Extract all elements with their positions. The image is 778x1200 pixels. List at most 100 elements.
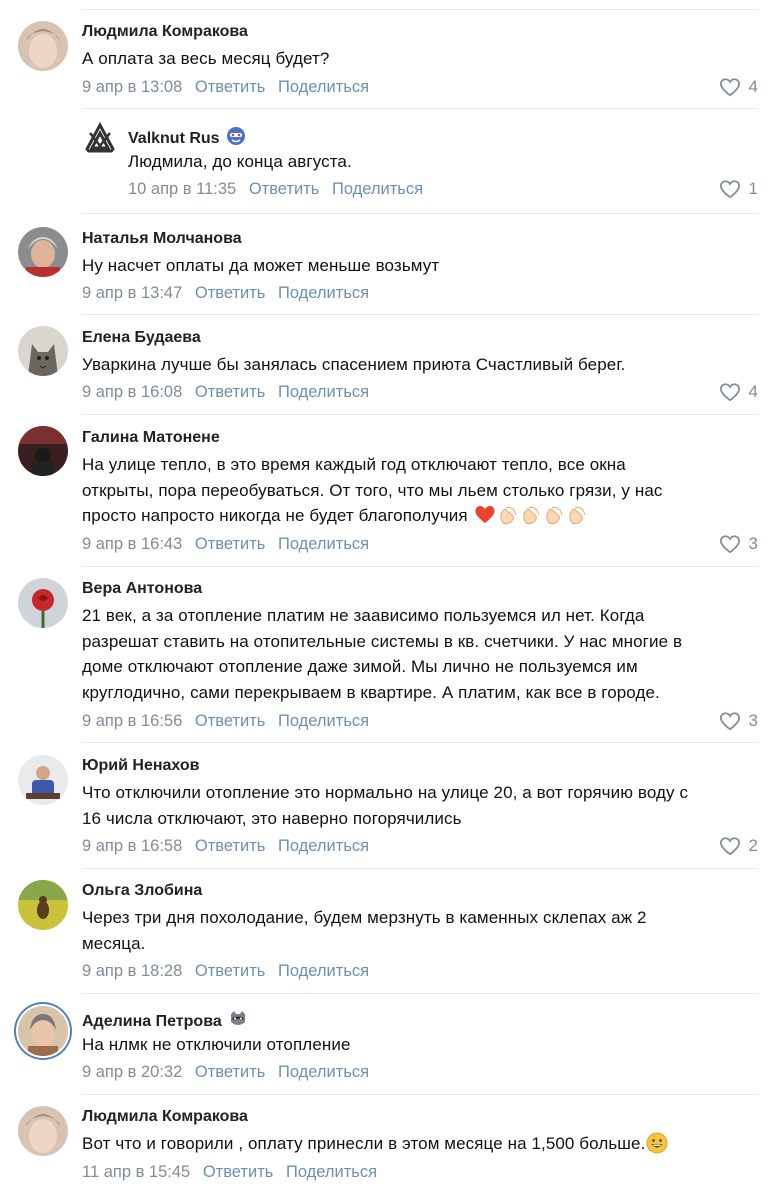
comment-text-line: Что отключили отопление это нормально на…	[82, 783, 689, 802]
divider	[82, 9, 758, 10]
reply-button[interactable]: Ответить	[195, 712, 266, 730]
comment-text-line: разрешат ставить на отопительные системы…	[82, 631, 683, 651]
author-name[interactable]: Valknut Rus	[128, 126, 246, 148]
like-button[interactable]: 1	[719, 179, 758, 199]
author-name[interactable]: Вера Антонова	[82, 580, 202, 598]
author-name[interactable]: Ольга Злобина	[82, 882, 202, 900]
heart-icon	[719, 837, 740, 856]
share-button[interactable]: Поделиться	[286, 1163, 377, 1181]
reply-button[interactable]: Ответить	[195, 383, 266, 401]
divider	[82, 868, 758, 869]
comment-date[interactable]: 11 апр в 15:45	[82, 1163, 190, 1181]
like-button[interactable]: 2	[719, 836, 758, 856]
divider	[82, 566, 758, 567]
reply-button[interactable]: Ответить	[249, 180, 320, 198]
share-button[interactable]: Поделиться	[278, 962, 369, 980]
comment-text: На улице тепло, в это время каждый год о…	[82, 452, 662, 529]
share-button[interactable]: Поделиться	[278, 78, 369, 96]
comment-text: На нлмк не отключили отопление	[82, 1035, 351, 1054]
reply-button[interactable]: Ответить	[195, 78, 266, 96]
divider	[82, 993, 758, 994]
clap-emoji-icon	[545, 506, 562, 525]
raccoon-emoji-icon	[230, 1011, 245, 1025]
like-count: 4	[748, 382, 758, 401]
comment-meta: 9 апр в 13:08 Ответить Поделиться	[82, 78, 377, 97]
share-button[interactable]: Поделиться	[278, 1063, 369, 1081]
avatar[interactable]	[18, 227, 68, 277]
comment-meta: 9 апр в 13:47 Ответить Поделиться	[82, 284, 377, 303]
divider	[82, 742, 758, 743]
comment-date[interactable]: 9 апр в 16:43	[82, 535, 182, 553]
avatar[interactable]	[18, 755, 68, 805]
like-button[interactable]: 3	[719, 534, 758, 554]
avatar[interactable]	[18, 880, 68, 930]
share-button[interactable]: Поделиться	[278, 383, 369, 401]
share-button[interactable]: Поделиться	[278, 284, 369, 302]
reply-button[interactable]: Ответить	[195, 284, 266, 302]
clap-emoji-icon	[499, 506, 516, 525]
like-count: 3	[748, 711, 758, 730]
comment-date[interactable]: 9 апр в 13:47	[82, 284, 182, 302]
heart-emoji-icon	[475, 506, 495, 523]
comment-text-line: Через три дня похолодание, будем мерзнут…	[82, 908, 647, 927]
comment-meta: 9 апр в 16:43 Ответить Поделиться	[82, 535, 377, 554]
comment-date[interactable]: 10 апр в 11:35	[128, 180, 236, 198]
heart-icon	[719, 535, 740, 554]
comment-text-fragment: просто напросто никогда не будет благопо…	[82, 506, 468, 525]
avatar[interactable]	[18, 1106, 68, 1156]
reply-button[interactable]: Ответить	[195, 1063, 266, 1081]
heart-icon	[719, 712, 740, 731]
author-name-label: Аделина Петрова	[82, 1013, 222, 1030]
comment-date[interactable]: 9 апр в 18:28	[82, 962, 182, 980]
author-name[interactable]: Людмила Комракова	[82, 23, 248, 41]
share-button[interactable]: Поделиться	[278, 837, 369, 855]
comment-text-line: доме отключают отопление даже зимой. Мы …	[82, 657, 638, 676]
comment-text-line: просто напросто никогда не будет благопо…	[82, 503, 662, 529]
share-button[interactable]: Поделиться	[332, 180, 423, 198]
share-button[interactable]: Поделиться	[278, 712, 369, 730]
reply-button[interactable]: Ответить	[195, 535, 266, 553]
reply-button[interactable]: Ответить	[203, 1163, 274, 1181]
author-name[interactable]: Людмила Комракова	[82, 1108, 248, 1126]
avatar[interactable]	[18, 1006, 68, 1056]
avatar[interactable]	[18, 21, 68, 71]
comment-text: Через три дня похолодание, будем мерзнут…	[82, 905, 647, 956]
comment-text: Уваркина лучше бы занялась спасением при…	[82, 355, 626, 374]
like-count: 4	[748, 77, 758, 96]
comment-date[interactable]: 9 апр в 20:32	[82, 1063, 182, 1081]
comment-meta: 9 апр в 16:56 Ответить Поделиться	[82, 712, 377, 731]
author-name[interactable]: Галина Матонене	[82, 429, 220, 447]
comment-text-line: открыты, пора переобуваться. От того, чт…	[82, 480, 663, 500]
like-button[interactable]: 4	[719, 382, 758, 402]
clap-emoji-icon	[568, 506, 585, 525]
author-name[interactable]: Юрий Ненахов	[82, 757, 200, 775]
author-name[interactable]: Елена Будаева	[82, 329, 201, 347]
like-count: 1	[748, 179, 758, 198]
comment-meta: 9 апр в 16:58 Ответить Поделиться	[82, 837, 377, 856]
author-name[interactable]: Аделина Петрова	[82, 1009, 248, 1031]
like-count: 2	[748, 836, 758, 855]
comment-date[interactable]: 9 апр в 16:58	[82, 837, 182, 855]
share-button[interactable]: Поделиться	[278, 535, 369, 553]
grinning-emoji-icon	[646, 1132, 668, 1154]
comment-date[interactable]: 9 апр в 13:08	[82, 78, 182, 96]
reply-button[interactable]: Ответить	[195, 962, 266, 980]
comment-date[interactable]: 9 апр в 16:08	[82, 383, 182, 401]
comment-text: Ну насчет оплаты да может меньше возьмут	[82, 256, 440, 275]
author-name[interactable]: Наталья Молчанова	[82, 230, 242, 248]
comment-text-line: месяца.	[82, 933, 146, 953]
avatar[interactable]	[18, 578, 68, 628]
like-button[interactable]: 4	[719, 77, 758, 97]
comment-text: А оплата за весь месяц будет?	[82, 49, 330, 68]
avatar[interactable]	[82, 121, 118, 157]
like-button[interactable]: 3	[719, 711, 758, 731]
heart-icon	[719, 180, 740, 199]
comment-text-line: На улице тепло, в это время каждый год о…	[82, 455, 626, 474]
heart-icon	[719, 78, 740, 97]
heart-icon	[719, 383, 740, 402]
reply-button[interactable]: Ответить	[195, 837, 266, 855]
avatar[interactable]	[18, 426, 68, 476]
comment-date[interactable]: 9 апр в 16:56	[82, 712, 182, 730]
author-name-label: Valknut Rus	[128, 130, 220, 147]
avatar[interactable]	[18, 326, 68, 376]
